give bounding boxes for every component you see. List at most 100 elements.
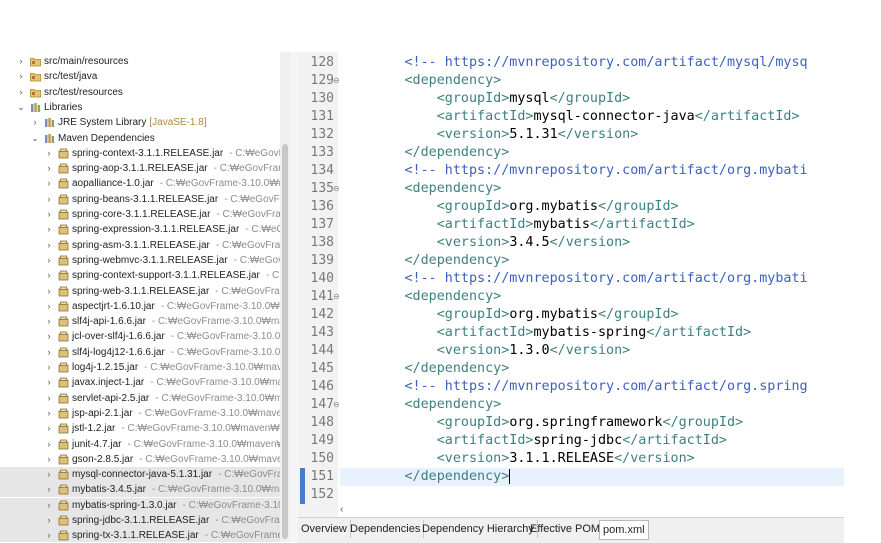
- tree-item[interactable]: ⌄ Libraries: [0, 100, 280, 115]
- code-line[interactable]: <version>3.4.5</version>: [340, 234, 631, 252]
- tree-item[interactable]: › spring-web-3.1.1.RELEASE.jar - C:₩eGovFr…: [0, 284, 291, 299]
- panel-divider[interactable]: [290, 52, 298, 542]
- tree-item[interactable]: › jstl-1.2.jar - C:₩eGovFrame-3.10.0₩maven…: [0, 421, 291, 436]
- tree-item[interactable]: › spring-webmvc-3.1.1.RELEASE.jar - C:₩eGo…: [0, 253, 291, 268]
- code-line[interactable]: <groupId>mysql</groupId>: [340, 90, 631, 108]
- tree-item[interactable]: › javax.inject-1.jar - C:₩eGovFrame-3.10.0…: [0, 375, 289, 390]
- tree-item[interactable]: › mysql-connector-java-5.1.31.jar - C:₩eGo…: [0, 467, 283, 483]
- code-line[interactable]: <groupId>org.mybatis</groupId>: [340, 306, 679, 324]
- tree-item[interactable]: › junit-4.7.jar - C:₩eGovFrame-3.10.0₩mave…: [0, 437, 290, 452]
- expand-arrow-icon[interactable]: ›: [30, 115, 40, 130]
- expand-arrow-icon[interactable]: ›: [44, 452, 54, 467]
- expand-arrow-icon[interactable]: ›: [44, 513, 54, 528]
- expand-arrow-icon[interactable]: ›: [44, 314, 54, 329]
- tree-item[interactable]: › JRE System Library [JavaSE-1.8]: [0, 115, 280, 130]
- code-line[interactable]: <groupId>org.mybatis</groupId>: [340, 198, 679, 216]
- expand-arrow-icon[interactable]: ›: [44, 345, 54, 360]
- pom-editor[interactable]: 128 129 ⊖ 130 131 132 133 134 135 ⊖ 136 137 138 139 14…: [298, 52, 844, 517]
- tree-item[interactable]: › spring-core-3.1.1.RELEASE.jar - C:₩eGovF…: [0, 207, 291, 222]
- code-line[interactable]: </dependency>: [340, 360, 510, 378]
- expand-arrow-icon[interactable]: ›: [44, 467, 54, 482]
- collapse-arrow-icon[interactable]: ⌄: [30, 131, 40, 146]
- code-line[interactable]: <version>3.1.1.RELEASE</version>: [340, 450, 695, 468]
- tree-item[interactable]: › slf4j-log4j12-1.6.6.jar - C:₩eGovFrame-3…: [0, 345, 290, 360]
- tree-item[interactable]: › slf4j-api-1.6.6.jar - C:₩eGovFrame-3.10.…: [0, 314, 290, 329]
- tree-item[interactable]: › gson-2.8.5.jar - C:₩eGovFrame-3.10.0₩mav…: [0, 452, 291, 467]
- tree-item[interactable]: › spring-jdbc-3.1.1.RELEASE.jar - C:₩eGovF…: [0, 513, 290, 528]
- expand-arrow-icon[interactable]: ›: [44, 207, 54, 222]
- tab-dependency-hierarchy[interactable]: Dependency Hierarchy: [419, 520, 538, 538]
- tree-item[interactable]: › aopalliance-1.0.jar - C:₩eGovFrame-3.10.…: [0, 176, 287, 191]
- expand-arrow-icon[interactable]: ›: [44, 176, 54, 191]
- tree-item[interactable]: › spring-tx-3.1.1.RELEASE.jar - C:₩eGovFra…: [0, 528, 290, 542]
- expand-arrow-icon[interactable]: ›: [16, 85, 26, 100]
- explorer-scrollbar[interactable]: [280, 52, 290, 542]
- tree-item[interactable]: › spring-context-3.1.1.RELEASE.jar - C:₩eG…: [0, 146, 291, 161]
- code-line[interactable]: <!-- https://mvnrepository.com/artifact/…: [340, 270, 808, 288]
- code-line[interactable]: <artifactId>mysql-connector-java</artifa…: [340, 108, 800, 126]
- code-line[interactable]: <!-- https://mvnrepository.com/artifact/…: [340, 54, 808, 72]
- expand-arrow-icon[interactable]: ›: [16, 69, 26, 84]
- tree-item[interactable]: › spring-expression-3.1.1.RELEASE.jar - C:…: [0, 222, 290, 237]
- expand-arrow-icon[interactable]: ›: [44, 253, 54, 268]
- scroll-left-icon[interactable]: ‹: [340, 502, 343, 517]
- tree-item[interactable]: › src/main/resources: [0, 54, 280, 69]
- tab-effective-pom[interactable]: Effective POM: [527, 520, 605, 538]
- tree-item[interactable]: › jcl-over-slf4j-1.6.6.jar - C:₩eGovFrame-…: [0, 329, 290, 344]
- expand-arrow-icon[interactable]: ›: [16, 54, 26, 69]
- tree-item[interactable]: ⌄ Maven Dependencies: [0, 131, 280, 146]
- tree-item[interactable]: › src/test/java: [0, 69, 280, 84]
- expand-arrow-icon[interactable]: ›: [44, 482, 54, 497]
- expand-arrow-icon[interactable]: ›: [44, 391, 54, 406]
- expand-arrow-icon[interactable]: ›: [44, 222, 54, 237]
- code-line[interactable]: <!-- https://mvnrepository.com/artifact/…: [340, 378, 808, 396]
- tree-item[interactable]: › jsp-api-2.1.jar - C:₩eGovFrame-3.10.0₩ma…: [0, 406, 288, 421]
- tree-item[interactable]: › log4j-1.2.15.jar - C:₩eGovFrame-3.10.0₩m…: [0, 360, 291, 375]
- expand-arrow-icon[interactable]: ›: [44, 329, 54, 344]
- line-number: 142: [310, 307, 334, 322]
- expand-arrow-icon[interactable]: ›: [44, 528, 54, 542]
- tab-overview[interactable]: Overview: [298, 520, 351, 538]
- expand-arrow-icon[interactable]: ›: [44, 161, 54, 176]
- tree-item[interactable]: › mybatis-3.4.5.jar - C:₩eGovFrame-3.10.0₩…: [0, 482, 290, 498]
- code-line[interactable]: <!-- https://mvnrepository.com/artifact/…: [340, 162, 808, 180]
- explorer-scroll-thumb[interactable]: [282, 144, 288, 539]
- expand-arrow-icon[interactable]: ›: [44, 268, 54, 283]
- expand-arrow-icon[interactable]: ›: [44, 284, 54, 299]
- expand-arrow-icon[interactable]: ›: [44, 375, 54, 390]
- code-line[interactable]: </dependency>: [340, 144, 510, 162]
- tree-item[interactable]: › spring-beans-3.1.1.RELEASE.jar - C:₩eGov…: [0, 192, 291, 207]
- tree-item[interactable]: › spring-context-support-3.1.1.RELEASE.ja…: [0, 268, 291, 283]
- expand-arrow-icon[interactable]: ›: [44, 238, 54, 253]
- expand-arrow-icon[interactable]: ›: [44, 146, 54, 161]
- code-line[interactable]: <dependency>: [340, 180, 502, 198]
- tree-item[interactable]: › servlet-api-2.5.jar - C:₩eGovFrame-3.10.…: [0, 391, 289, 406]
- tree-item[interactable]: › spring-aop-3.1.1.RELEASE.jar - C:₩eGovFr…: [0, 161, 287, 176]
- code-line[interactable]: <artifactId>spring-jdbc</artifactId>: [340, 432, 727, 450]
- expand-arrow-icon[interactable]: ›: [44, 192, 54, 207]
- code-line[interactable]: <dependency>: [340, 288, 502, 306]
- tree-item[interactable]: › spring-asm-3.1.1.RELEASE.jar - C:₩eGovFr…: [0, 238, 291, 253]
- tree-item[interactable]: › aspectjrt-1.6.10.jar - C:₩eGovFrame-3.10…: [0, 299, 289, 314]
- code-line[interactable]: <groupId>org.springframework</groupId>: [340, 414, 743, 432]
- code-line[interactable]: <version>5.1.31</version>: [340, 126, 639, 144]
- tree-item[interactable]: › src/test/resources: [0, 85, 280, 100]
- collapse-arrow-icon[interactable]: ⌄: [16, 100, 26, 115]
- tab-dependencies[interactable]: Dependencies: [347, 520, 425, 538]
- expand-arrow-icon[interactable]: ›: [44, 360, 54, 375]
- editor-horizontal-scrollbar[interactable]: ‹: [338, 502, 844, 517]
- expand-arrow-icon[interactable]: ›: [44, 406, 54, 421]
- tree-item[interactable]: › mybatis-spring-1.3.0.jar - C:₩eGovFrame-…: [0, 497, 286, 513]
- code-line[interactable]: <dependency>: [340, 72, 502, 90]
- expand-arrow-icon[interactable]: ›: [44, 498, 54, 513]
- tab-pom-xml[interactable]: pom.xml: [599, 520, 649, 540]
- expand-arrow-icon[interactable]: ›: [44, 299, 54, 314]
- code-line[interactable]: <artifactId>mybatis-spring</artifactId>: [340, 324, 751, 342]
- code-line[interactable]: <dependency>: [340, 396, 502, 414]
- code-line[interactable]: </dependency>: [340, 252, 510, 270]
- expand-arrow-icon[interactable]: ›: [44, 437, 54, 452]
- code-line[interactable]: <artifactId>mybatis</artifactId>: [340, 216, 695, 234]
- code-line[interactable]: </dependency>: [340, 468, 511, 486]
- code-line[interactable]: <version>1.3.0</version>: [340, 342, 631, 360]
- expand-arrow-icon[interactable]: ›: [44, 421, 54, 436]
